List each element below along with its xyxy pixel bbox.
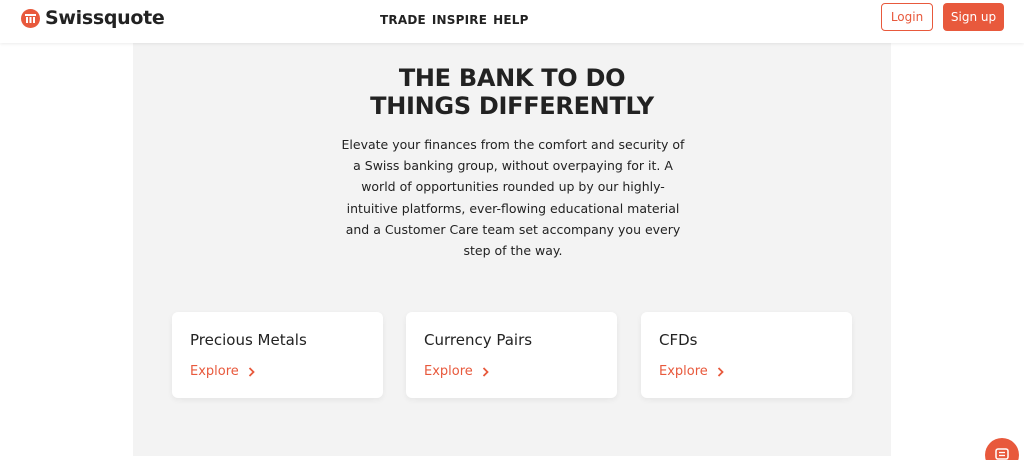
nav-item-trade[interactable]: TRADE xyxy=(380,13,426,27)
brand-logo[interactable]: Swissquote xyxy=(21,7,165,29)
card-title: Currency Pairs xyxy=(424,331,533,349)
card-cfds[interactable]: CFDs Explore xyxy=(641,312,852,398)
explore-link[interactable]: Explore xyxy=(190,364,255,379)
explore-label: Explore xyxy=(424,364,473,379)
login-button[interactable]: Login xyxy=(881,3,933,31)
hero-title: THE BANK TO DO THINGS DIFFERENTLY xyxy=(0,64,1024,120)
explore-link[interactable]: Explore xyxy=(659,364,724,379)
chevron-right-icon xyxy=(248,366,255,377)
swissquote-logo-icon xyxy=(21,8,40,28)
hero-title-line1: THE BANK TO DO xyxy=(398,64,626,92)
signup-button[interactable]: Sign up xyxy=(943,3,1004,31)
top-navigation-bar: Swissquote TRADE INSPIRE HELP Login Sign… xyxy=(0,0,1024,43)
nav-item-help[interactable]: HELP xyxy=(493,13,528,27)
explore-label: Explore xyxy=(190,364,239,379)
card-title: CFDs xyxy=(659,331,698,349)
explore-link[interactable]: Explore xyxy=(424,364,489,379)
chevron-right-icon xyxy=(717,366,724,377)
chat-icon xyxy=(995,448,1009,460)
card-precious-metals[interactable]: Precious Metals Explore xyxy=(172,312,383,398)
chat-button[interactable] xyxy=(985,438,1019,460)
chevron-right-icon xyxy=(482,366,489,377)
card-currency-pairs[interactable]: Currency Pairs Explore xyxy=(406,312,617,398)
hero-title-line2: THINGS DIFFERENTLY xyxy=(370,92,654,120)
card-title: Precious Metals xyxy=(190,331,307,349)
main-nav: TRADE INSPIRE HELP xyxy=(380,13,529,27)
explore-label: Explore xyxy=(659,364,708,379)
nav-item-inspire[interactable]: INSPIRE xyxy=(432,13,487,27)
brand-name: Swissquote xyxy=(45,7,165,29)
hero-description: Elevate your finances from the comfort a… xyxy=(341,137,685,259)
